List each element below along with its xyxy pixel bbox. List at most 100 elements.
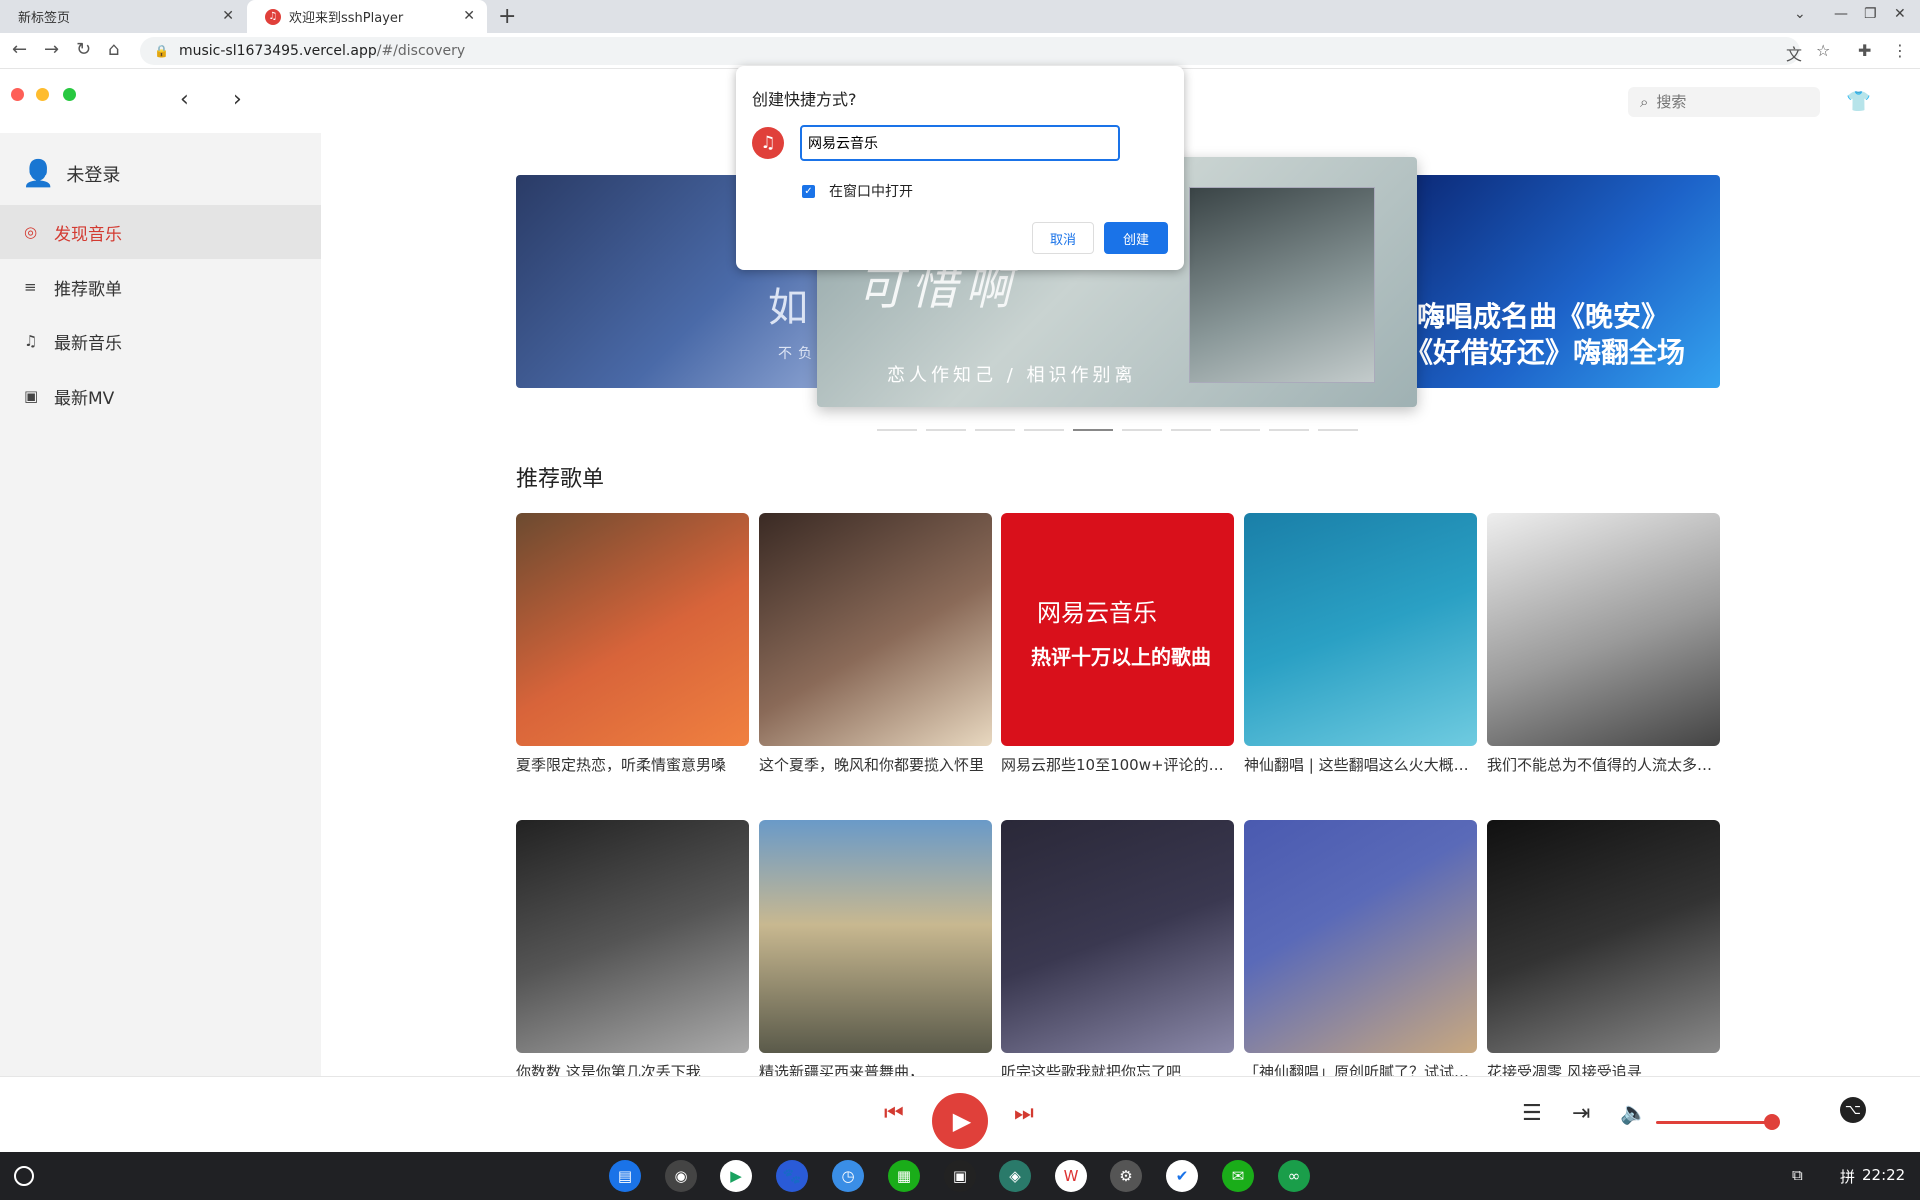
home-icon[interactable]: ⌂ [108, 39, 119, 60]
files-app-icon[interactable]: ▤ [609, 1160, 641, 1192]
shortcut-name-input[interactable] [800, 125, 1120, 161]
tab-search-icon[interactable]: ⌄ [1794, 6, 1806, 22]
playlist-cover[interactable] [759, 820, 992, 1053]
tab-close-icon[interactable]: ✕ [222, 8, 234, 24]
previous-track-icon[interactable]: ⏮ [884, 1101, 904, 1126]
playlist-title[interactable]: 「神仙翻唱」原创听腻了？试试翻唱 [1244, 1061, 1477, 1076]
banner-slide-right[interactable]: 嗨唱成名曲《晚安》 《好借好还》嗨翻全场 [1411, 175, 1720, 388]
sidebar-item-new-songs[interactable]: ♫ 最新音乐 [0, 314, 321, 368]
sidebar-item-discovery[interactable]: ◎ 发现音乐 [0, 205, 321, 259]
forward-icon[interactable]: → [44, 39, 59, 60]
playlist-title[interactable]: 这个夏季，晚风和你都要揽入怀里 [759, 754, 992, 775]
launcher-icon[interactable] [14, 1166, 34, 1186]
playlist-cover[interactable] [1001, 820, 1234, 1053]
extensions-icon[interactable]: ✚ [1858, 41, 1871, 60]
banner-dot[interactable] [1269, 429, 1309, 431]
tab-close-icon[interactable]: ✕ [463, 8, 475, 24]
new-tab-plus-icon[interactable]: + [498, 4, 516, 29]
play-button[interactable]: ▶ [932, 1093, 988, 1149]
playlist-title[interactable]: 花接受凋零 风接受追寻 [1487, 1061, 1720, 1076]
playlist-card[interactable]: 这个夏季，晚风和你都要揽入怀里 [759, 513, 992, 775]
baidu-icon[interactable]: 🐾 [776, 1160, 808, 1192]
user-login[interactable]: 👤 未登录 [22, 159, 120, 189]
playlist-cover[interactable] [516, 820, 749, 1053]
github-icon[interactable]: ⌥ [1840, 1097, 1866, 1123]
playlist-card[interactable]: 我们不能总为不值得的人流太多眼泪 [1487, 513, 1720, 775]
settings-gear-icon[interactable]: ⚙ [1110, 1160, 1142, 1192]
lyrics-indent-icon[interactable]: ⇥ [1572, 1101, 1590, 1126]
banner-dot-active[interactable] [1073, 429, 1113, 431]
maximize-dot-icon[interactable] [63, 88, 76, 101]
sidebar-item-mv[interactable]: ▣ 最新MV [0, 369, 321, 423]
checkbox-checked-icon[interactable]: ✓ [802, 184, 815, 198]
address-bar[interactable]: 🔒 music-sl1673495.vercel.app/#/discovery [140, 37, 1800, 65]
clock-app-icon[interactable]: ◷ [832, 1160, 864, 1192]
playlist-card[interactable]: 神仙翻唱 | 这些翻唱这么火大概有原因 [1244, 513, 1477, 775]
clock-time[interactable]: 22:22 [1862, 1166, 1905, 1184]
app-back-icon[interactable]: ‹ [180, 87, 189, 112]
ime-indicator[interactable]: 拼 [1840, 1166, 1855, 1187]
translate-icon[interactable]: 文 [1786, 41, 1802, 65]
cancel-button[interactable]: 取消 [1032, 222, 1094, 254]
playlist-cover[interactable]: 网易云音乐 热评十万以上的歌曲 [1001, 513, 1234, 746]
search-box[interactable]: ⌕ [1628, 87, 1820, 117]
menu-dots-icon[interactable]: ⋮ [1892, 41, 1908, 60]
banner-dot[interactable] [1024, 429, 1064, 431]
playlist-card[interactable]: 网易云音乐 热评十万以上的歌曲 网易云那些10至100w+评论的歌曲 [1001, 513, 1234, 775]
playlist-cover[interactable] [1244, 513, 1477, 746]
minimize-icon[interactable]: — [1834, 6, 1848, 22]
playlist-card[interactable]: 精选新疆买西来普舞曲， [759, 820, 992, 1076]
infinity-app-icon[interactable]: ∞ [1278, 1160, 1310, 1192]
banner-dot[interactable] [1171, 429, 1211, 431]
restore-icon[interactable]: ❐ [1864, 6, 1877, 22]
lock-icon[interactable]: 🔒 [154, 44, 169, 58]
wps-icon[interactable]: W [1055, 1160, 1087, 1192]
reload-icon[interactable]: ↻ [76, 39, 91, 60]
playlist-card[interactable]: 夏季限定热恋，听柔情蜜意男嗓 [516, 513, 749, 775]
iqiyi-icon[interactable]: ▦ [888, 1160, 920, 1192]
banner-dot[interactable] [1122, 429, 1162, 431]
bookmark-star-icon[interactable]: ☆ [1816, 41, 1830, 60]
tasks-check-icon[interactable]: ✔ [1166, 1160, 1198, 1192]
sidebar-item-playlists[interactable]: ≡ 推荐歌单 [0, 260, 321, 314]
playlist-card[interactable]: 「神仙翻唱」原创听腻了？试试翻唱 [1244, 820, 1477, 1076]
playlist-cover[interactable] [1487, 820, 1720, 1053]
banner-dot[interactable] [926, 429, 966, 431]
volume-knob[interactable] [1764, 1114, 1780, 1130]
playlist-card[interactable]: 花接受凋零 风接受追寻 [1487, 820, 1720, 1076]
playlist-cover[interactable] [516, 513, 749, 746]
search-input[interactable] [1656, 93, 1797, 111]
maps-app-icon[interactable]: ◈ [999, 1160, 1031, 1192]
playlist-cover[interactable] [759, 513, 992, 746]
open-in-window-checkbox[interactable]: ✓ 在窗口中打开 [802, 181, 913, 201]
playlist-cover[interactable] [1244, 820, 1477, 1053]
next-track-icon[interactable]: ⏭ [1014, 1101, 1034, 1126]
banner-dot[interactable] [877, 429, 917, 431]
playlist-title[interactable]: 夏季限定热恋，听柔情蜜意男嗓 [516, 754, 749, 775]
volume-icon[interactable]: 🔈 [1620, 1101, 1647, 1126]
banner-dot[interactable] [1318, 429, 1358, 431]
playlist-title[interactable]: 网易云那些10至100w+评论的歌曲 [1001, 754, 1234, 775]
tab-sshplayer[interactable]: ♫ 欢迎来到sshPlayer ✕ [247, 0, 487, 33]
wechat-icon[interactable]: ✉ [1222, 1160, 1254, 1192]
skin-shirt-icon[interactable]: 👕 [1846, 89, 1871, 113]
clipboard-icon[interactable]: ⧉ [1792, 1166, 1803, 1184]
playlist-title[interactable]: 精选新疆买西来普舞曲， [759, 1061, 992, 1076]
banner-dot[interactable] [1220, 429, 1260, 431]
close-window-icon[interactable]: ✕ [1894, 6, 1906, 22]
playlist-card[interactable]: 你数数 这是你第几次丢下我 [516, 820, 749, 1076]
minimize-dot-icon[interactable] [36, 88, 49, 101]
tab-new-tab[interactable]: 新标签页 ✕ [0, 0, 246, 33]
playlist-queue-icon[interactable]: ☰ [1522, 1101, 1542, 1126]
close-dot-icon[interactable] [11, 88, 24, 101]
playlist-title[interactable]: 我们不能总为不值得的人流太多眼泪 [1487, 754, 1720, 775]
chrome-app-icon[interactable]: ◉ [665, 1160, 697, 1192]
volume-slider[interactable] [1656, 1121, 1776, 1124]
banner-dot[interactable] [975, 429, 1015, 431]
create-button[interactable]: 创建 [1104, 222, 1168, 254]
back-icon[interactable]: ← [12, 39, 27, 60]
app-forward-icon[interactable]: › [233, 87, 242, 112]
play-store-icon[interactable]: ▶ [720, 1160, 752, 1192]
shopping-bag-icon[interactable]: ▣ [944, 1160, 976, 1192]
playlist-cover[interactable] [1487, 513, 1720, 746]
